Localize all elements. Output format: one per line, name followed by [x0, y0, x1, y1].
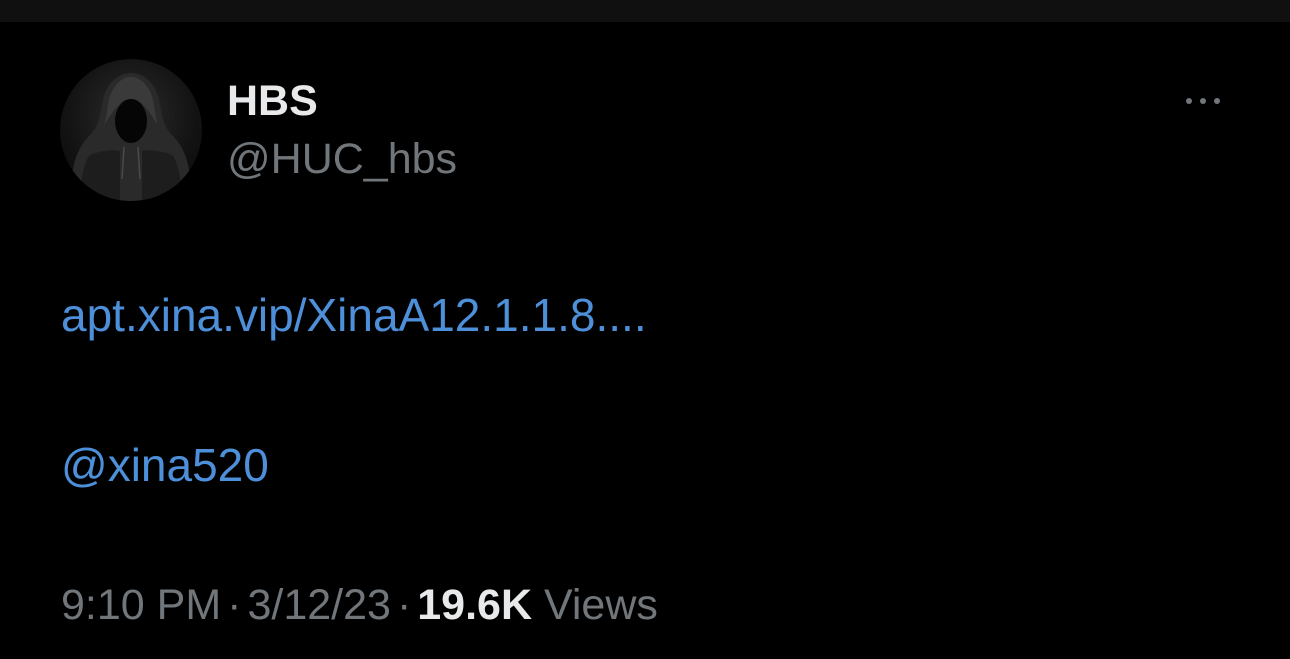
- author-display-name[interactable]: HBS: [227, 76, 318, 126]
- tweet-time[interactable]: 9:10 PM: [61, 581, 221, 629]
- tweet: HBS @HUC_hbs apt.xina.vip/XinaA12.1.1.8.…: [0, 22, 1290, 659]
- more-options-button[interactable]: [1176, 86, 1230, 116]
- views-count[interactable]: 19.6K: [417, 581, 532, 629]
- meta-separator: ·: [227, 581, 242, 629]
- tweet-body-link[interactable]: apt.xina.vip/XinaA12.1.1.8....: [61, 287, 647, 343]
- more-horizontal-icon: [1182, 98, 1224, 104]
- author-avatar[interactable]: [60, 59, 202, 201]
- tweet-date[interactable]: 3/12/23: [247, 581, 390, 629]
- author-handle[interactable]: @HUC_hbs: [227, 134, 457, 184]
- tweet-body-mention[interactable]: @xina520: [61, 437, 269, 493]
- meta-separator: ·: [396, 581, 412, 629]
- top-strip: [0, 0, 1290, 22]
- views-label: Views: [543, 581, 658, 629]
- hooded-figure-icon: [72, 73, 190, 201]
- tweet-meta: 9:10 PM · 3/12/23 · 19.6K Views: [61, 580, 658, 630]
